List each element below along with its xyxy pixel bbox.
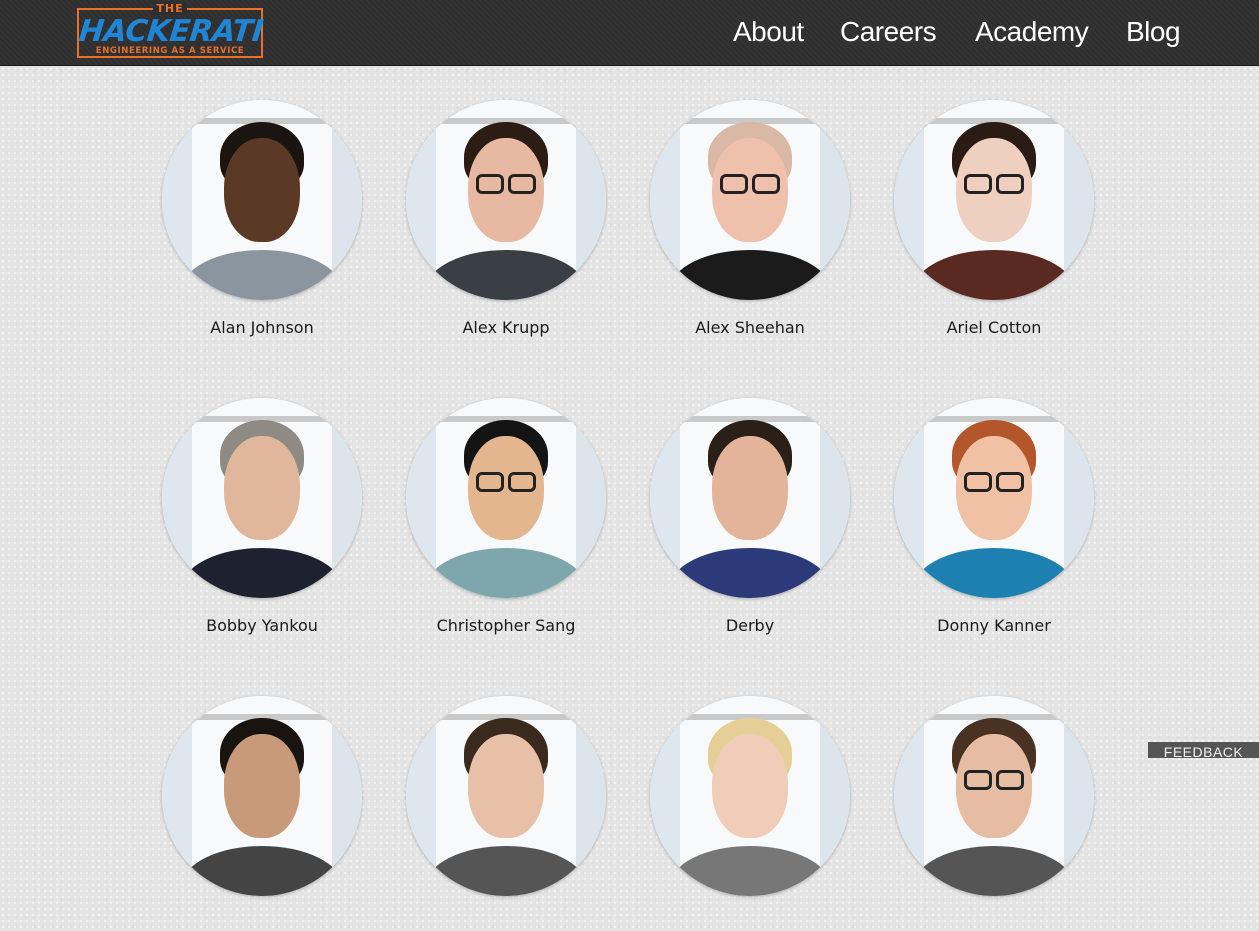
team-member-name[interactable]: Donny Kanner [872, 616, 1116, 636]
team-member-photo[interactable] [894, 398, 1094, 598]
team-member-name[interactable]: Bobby Yankou [140, 616, 384, 636]
team-member-card[interactable] [140, 661, 384, 931]
photo-face [468, 734, 544, 838]
team-member-name[interactable]: Ariel Cotton [872, 318, 1116, 338]
team-member-photo[interactable] [162, 100, 362, 300]
team-member-photo[interactable] [406, 696, 606, 896]
nav-link-blog[interactable]: Blog [1126, 14, 1181, 50]
photo-glasses [996, 472, 1024, 492]
feedback-button[interactable]: FEEDBACK [1148, 742, 1259, 758]
team-member-card[interactable] [628, 661, 872, 931]
photo-face [712, 734, 788, 838]
team-member-photo[interactable] [162, 398, 362, 598]
team-member-photo[interactable] [406, 398, 606, 598]
nav-link-about[interactable]: About [733, 14, 804, 50]
logo-wordmark: HACKERATI [77, 14, 265, 49]
photo-glasses [964, 770, 992, 790]
photo-glasses [996, 174, 1024, 194]
photo-glasses [476, 174, 504, 194]
nav-link-careers[interactable]: Careers [840, 14, 937, 50]
team-member-card[interactable]: Derby [628, 363, 872, 636]
photo-glasses [752, 174, 780, 194]
photo-glasses [476, 472, 504, 492]
team-member-name[interactable]: Christopher Sang [384, 616, 628, 636]
team-member-card[interactable]: Donny Kanner [872, 363, 1116, 636]
team-member-name[interactable]: Alan Johnson [140, 318, 384, 338]
photo-face [712, 436, 788, 540]
team-grid: Alan Johnson Alex Krupp Alex Sheehan Ariel … [0, 65, 1259, 896]
team-member-card[interactable]: Alex Krupp [384, 65, 628, 338]
team-member-card[interactable]: Christopher Sang [384, 363, 628, 636]
photo-glasses [508, 472, 536, 492]
team-member-card[interactable]: Alan Johnson [140, 65, 384, 338]
top-navigation-bar: THE HACKERATI ENGINEERING AS A SERVICE A… [0, 0, 1259, 66]
photo-face [224, 138, 300, 242]
team-member-photo[interactable] [406, 100, 606, 300]
team-member-name[interactable]: Alex Krupp [384, 318, 628, 338]
team-member-photo[interactable] [650, 100, 850, 300]
team-member-photo[interactable] [162, 696, 362, 896]
team-member-card[interactable]: Ariel Cotton [872, 65, 1116, 338]
team-member-name[interactable]: Derby [628, 616, 872, 636]
photo-face [224, 436, 300, 540]
team-member-photo[interactable] [650, 696, 850, 896]
team-member-card[interactable]: Alex Sheehan [628, 65, 872, 338]
team-member-card[interactable]: Bobby Yankou [140, 363, 384, 636]
photo-glasses [996, 770, 1024, 790]
team-member-card[interactable] [872, 661, 1116, 931]
photo-glasses [964, 174, 992, 194]
team-member-photo[interactable] [650, 398, 850, 598]
team-member-photo[interactable] [894, 696, 1094, 896]
photo-glasses [508, 174, 536, 194]
logo-tagline: ENGINEERING AS A SERVICE [95, 46, 245, 56]
photo-face [224, 734, 300, 838]
photo-glasses [964, 472, 992, 492]
team-member-card[interactable] [384, 661, 628, 931]
hackerati-logo[interactable]: THE HACKERATI ENGINEERING AS A SERVICE [77, 2, 265, 58]
team-member-photo[interactable] [894, 100, 1094, 300]
team-member-name[interactable]: Alex Sheehan [628, 318, 872, 338]
photo-glasses [720, 174, 748, 194]
nav-link-academy[interactable]: Academy [975, 14, 1089, 50]
